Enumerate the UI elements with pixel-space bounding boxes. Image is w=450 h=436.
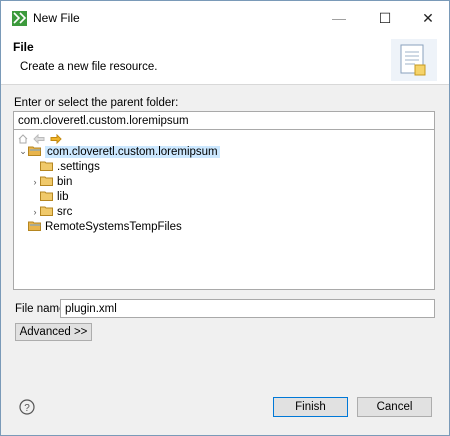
home-icon[interactable] — [18, 134, 28, 144]
tree-item-project[interactable]: ⌄ com.cloveretl.custom.loremipsum — [18, 144, 220, 159]
minimize-button[interactable]: — — [316, 1, 362, 35]
tree-item-src[interactable]: › src — [30, 204, 73, 219]
tree-item-label: src — [57, 205, 73, 218]
back-arrow-icon[interactable] — [33, 134, 45, 144]
tree-item-remote-systems[interactable]: RemoteSystemsTempFiles — [28, 219, 182, 234]
new-file-dialog: New File — ☐ ✕ File Create a new file re… — [0, 0, 450, 436]
folder-icon — [40, 175, 53, 189]
tree-item-label: RemoteSystemsTempFiles — [45, 220, 182, 233]
tree-item-label: com.cloveretl.custom.loremipsum — [45, 145, 220, 158]
project-folder-icon — [28, 145, 41, 159]
chevron-right-icon[interactable]: › — [30, 177, 40, 187]
banner-title: File — [13, 40, 34, 54]
chevron-down-icon[interactable]: ⌄ — [18, 146, 28, 157]
forward-arrow-icon[interactable] — [50, 134, 62, 144]
folder-icon — [40, 205, 53, 219]
help-icon[interactable]: ? — [19, 399, 35, 415]
file-name-input[interactable]: plugin.xml — [60, 299, 435, 318]
maximize-button[interactable]: ☐ — [362, 1, 408, 35]
tree-item-bin[interactable]: › bin — [30, 174, 73, 189]
folder-icon — [40, 190, 53, 204]
tree-item-lib[interactable]: lib — [40, 189, 69, 204]
window-title: New File — [33, 11, 80, 25]
parent-folder-label: Enter or select the parent folder: — [14, 97, 179, 109]
tree-item-label: bin — [57, 175, 73, 188]
chevron-right-icon[interactable]: › — [30, 207, 40, 217]
advanced-button[interactable]: Advanced >> — [15, 323, 92, 341]
finish-button[interactable]: Finish — [273, 397, 348, 417]
new-file-wizard-icon — [391, 39, 437, 81]
wizard-banner: File Create a new file resource. — [1, 35, 449, 85]
cancel-button[interactable]: Cancel — [357, 397, 432, 417]
folder-icon — [40, 160, 53, 174]
close-button[interactable]: ✕ — [405, 1, 450, 35]
tree-item-settings[interactable]: .settings — [40, 159, 100, 174]
svg-text:?: ? — [24, 403, 30, 414]
folder-tree[interactable]: ⌄ com.cloveretl.custom.loremipsum .setti… — [13, 130, 435, 290]
parent-folder-input[interactable]: com.cloveretl.custom.loremipsum — [13, 111, 435, 130]
project-folder-icon — [28, 220, 41, 234]
eclipse-app-icon — [12, 11, 27, 26]
tree-item-label: lib — [57, 190, 69, 203]
banner-description: Create a new file resource. — [20, 61, 158, 73]
title-bar: New File — ☐ ✕ — [1, 1, 449, 35]
tree-item-label: .settings — [57, 160, 100, 173]
